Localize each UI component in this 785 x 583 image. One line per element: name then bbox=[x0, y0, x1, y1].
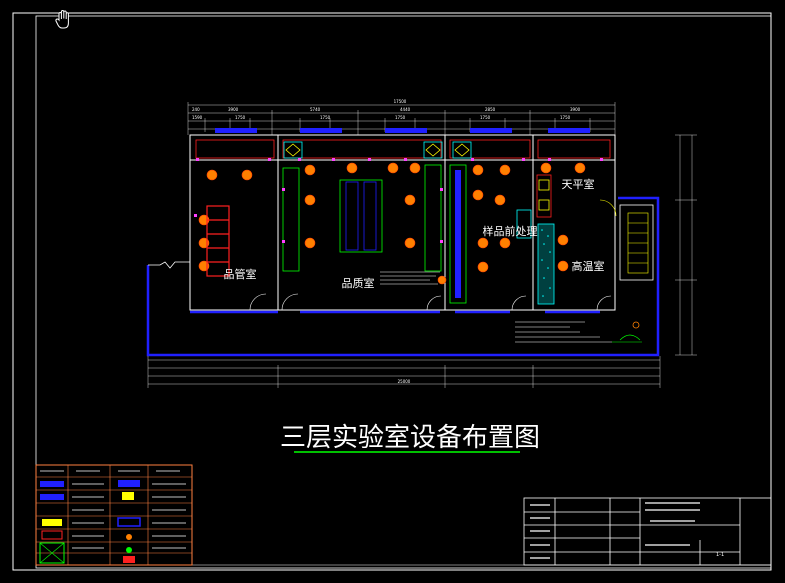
room-label-sample: 品管室 bbox=[224, 267, 257, 281]
room-label-pretreatment: 样品前处理 bbox=[483, 224, 538, 238]
svg-text:1590: 1590 bbox=[192, 115, 203, 120]
high-temp-bench bbox=[537, 223, 555, 305]
svg-text:4440: 4440 bbox=[400, 107, 411, 112]
svg-text:1750: 1750 bbox=[320, 115, 331, 120]
right-dimension-chain bbox=[675, 134, 697, 356]
left-room-shelves bbox=[206, 205, 230, 277]
legend-table bbox=[35, 464, 193, 566]
drawing-title: 三层实验室设备布置图 bbox=[280, 423, 540, 453]
title-block-placeholders bbox=[530, 502, 700, 559]
notes-block bbox=[380, 271, 612, 343]
notes-accent bbox=[612, 334, 642, 343]
svg-text:240: 240 bbox=[192, 107, 200, 112]
svg-text:3900: 3900 bbox=[228, 107, 239, 112]
fume-hoods bbox=[283, 141, 472, 159]
room-label-quality: 品质室 bbox=[342, 276, 375, 290]
room-label-high-temp: 高温室 bbox=[572, 259, 605, 273]
stairwell bbox=[619, 204, 654, 281]
top-bench-strip bbox=[195, 139, 611, 159]
room-label-balance: 天平室 bbox=[562, 177, 595, 191]
equipment-markers bbox=[198, 162, 586, 285]
title-block bbox=[523, 497, 772, 566]
svg-text:1750: 1750 bbox=[235, 115, 246, 120]
svg-text:1750: 1750 bbox=[480, 115, 491, 120]
break-line bbox=[148, 261, 190, 269]
svg-text:2850: 2850 bbox=[485, 107, 496, 112]
svg-text:1750: 1750 bbox=[560, 115, 571, 120]
top-dim-labels: 240 3900 5740 4440 2850 3900 1590 1750 1… bbox=[192, 107, 581, 120]
svg-text:3900: 3900 bbox=[570, 107, 581, 112]
cad-drawing-canvas[interactable]: 17500 240 3900 5740 4440 2850 3900 1590 … bbox=[0, 0, 785, 583]
top-windows bbox=[215, 128, 590, 133]
sheet-number: 1-1 bbox=[716, 552, 724, 558]
overall-dimension-top: 17500 bbox=[394, 99, 407, 104]
north-marker bbox=[632, 321, 640, 329]
svg-text:5740: 5740 bbox=[310, 107, 321, 112]
doors bbox=[249, 199, 617, 311]
svg-text:1750: 1750 bbox=[395, 115, 406, 120]
overall-dimension-bottom: 25000 bbox=[398, 379, 411, 384]
